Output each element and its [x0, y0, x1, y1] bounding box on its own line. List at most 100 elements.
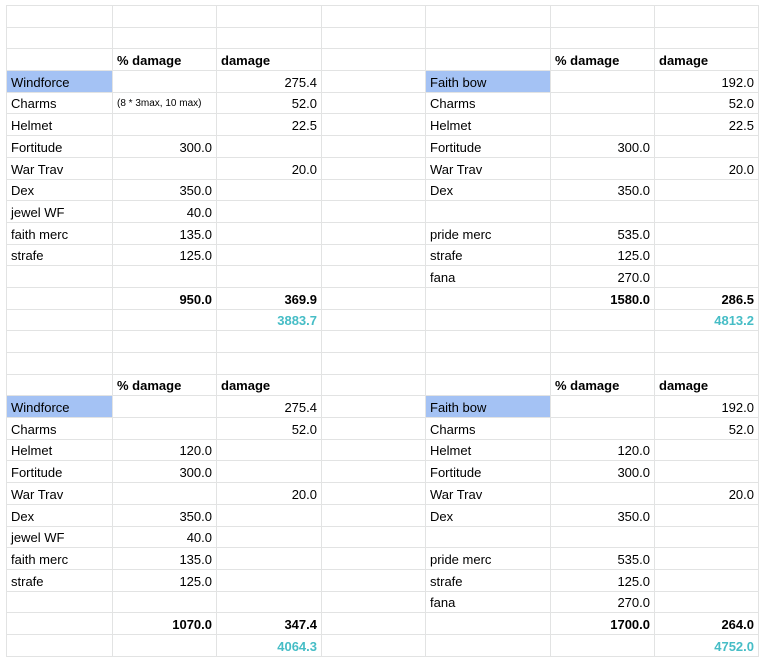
damage-cell[interactable]: [216, 568, 322, 592]
empty-cell[interactable]: [321, 503, 426, 527]
item-label-cell[interactable]: Dex: [6, 178, 113, 202]
total-damage-cell[interactable]: 4752.0: [654, 633, 759, 657]
pct-damage-cell[interactable]: 300.0: [550, 135, 655, 158]
item-label-cell[interactable]: strafe: [425, 243, 551, 267]
pct-damage-cell[interactable]: 270.0: [550, 265, 655, 288]
pct-damage-cell[interactable]: 535.0: [550, 221, 655, 245]
pct-damage-cell[interactable]: 125.0: [550, 243, 655, 267]
empty-cell[interactable]: [112, 352, 217, 375]
item-label-cell[interactable]: Charms: [425, 91, 551, 115]
empty-cell[interactable]: [321, 568, 426, 592]
pct-damage-cell[interactable]: 350.0: [112, 178, 217, 202]
damage-cell[interactable]: [654, 503, 759, 527]
item-label-cell[interactable]: War Trav: [6, 482, 113, 505]
pct-damage-cell[interactable]: 350.0: [550, 503, 655, 527]
damage-cell[interactable]: [654, 460, 759, 484]
empty-cell[interactable]: [6, 286, 113, 310]
item-label-cell[interactable]: Fortitude: [425, 460, 551, 484]
pct-damage-cell[interactable]: [112, 482, 217, 505]
item-label-cell[interactable]: pride merc: [425, 547, 551, 570]
empty-cell[interactable]: [321, 200, 426, 223]
pct-damage-cell[interactable]: 535.0: [550, 547, 655, 570]
pct-damage-header[interactable]: % damage: [550, 48, 655, 72]
empty-cell[interactable]: [6, 633, 113, 657]
empty-cell[interactable]: [425, 330, 551, 353]
damage-cell[interactable]: [216, 460, 322, 484]
pct-damage-sum[interactable]: 1070.0: [112, 612, 217, 635]
item-label-cell[interactable]: pride merc: [425, 221, 551, 245]
empty-cell[interactable]: [550, 26, 655, 50]
pct-damage-header[interactable]: % damage: [550, 373, 655, 397]
item-label-cell[interactable]: Fortitude: [6, 135, 113, 158]
empty-cell[interactable]: [6, 48, 113, 72]
pct-damage-cell[interactable]: 40.0: [112, 200, 217, 223]
empty-cell[interactable]: [321, 48, 426, 72]
empty-cell[interactable]: [6, 26, 113, 50]
damage-cell[interactable]: [654, 568, 759, 592]
item-label-cell[interactable]: War Trav: [425, 156, 551, 180]
item-label-cell[interactable]: [6, 590, 113, 614]
damage-header[interactable]: damage: [654, 373, 759, 397]
damage-sum[interactable]: 264.0: [654, 612, 759, 635]
pct-damage-cell[interactable]: [112, 417, 217, 440]
damage-cell[interactable]: [216, 178, 322, 202]
damage-cell[interactable]: [216, 221, 322, 245]
damage-cell[interactable]: [216, 438, 322, 462]
pct-damage-cell[interactable]: [112, 590, 217, 614]
damage-sum[interactable]: 369.9: [216, 286, 322, 310]
pct-damage-cell[interactable]: 135.0: [112, 547, 217, 570]
item-label-cell[interactable]: Faith bow: [425, 395, 551, 419]
empty-cell[interactable]: [425, 633, 551, 657]
empty-cell[interactable]: [321, 460, 426, 484]
item-label-cell[interactable]: strafe: [6, 568, 113, 592]
empty-cell[interactable]: [321, 395, 426, 419]
empty-cell[interactable]: [654, 5, 759, 28]
damage-cell[interactable]: 52.0: [216, 91, 322, 115]
pct-damage-cell[interactable]: 300.0: [550, 460, 655, 484]
damage-cell[interactable]: [216, 265, 322, 288]
empty-cell[interactable]: [321, 525, 426, 549]
damage-cell[interactable]: [654, 590, 759, 614]
item-label-cell[interactable]: fana: [425, 265, 551, 288]
pct-damage-cell[interactable]: [112, 395, 217, 419]
item-label-cell[interactable]: Fortitude: [6, 460, 113, 484]
empty-cell[interactable]: [550, 633, 655, 657]
empty-cell[interactable]: [216, 352, 322, 375]
damage-header[interactable]: damage: [654, 48, 759, 72]
empty-cell[interactable]: [321, 26, 426, 50]
empty-cell[interactable]: [654, 26, 759, 50]
damage-cell[interactable]: 20.0: [216, 156, 322, 180]
item-label-cell[interactable]: Fortitude: [425, 135, 551, 158]
empty-cell[interactable]: [321, 417, 426, 440]
item-label-cell[interactable]: Charms: [6, 91, 113, 115]
empty-cell[interactable]: [6, 5, 113, 28]
item-label-cell[interactable]: strafe: [425, 568, 551, 592]
item-label-cell[interactable]: Dex: [425, 178, 551, 202]
item-label-cell[interactable]: Charms: [6, 417, 113, 440]
empty-cell[interactable]: [6, 352, 113, 375]
damage-cell[interactable]: [216, 200, 322, 223]
item-label-cell[interactable]: Helmet: [425, 113, 551, 137]
damage-cell[interactable]: [216, 525, 322, 549]
empty-cell[interactable]: [321, 612, 426, 635]
damage-cell[interactable]: [216, 590, 322, 614]
empty-cell[interactable]: [321, 156, 426, 180]
damage-cell[interactable]: [216, 135, 322, 158]
pct-damage-cell[interactable]: [112, 70, 217, 93]
empty-cell[interactable]: [654, 352, 759, 375]
empty-cell[interactable]: [321, 135, 426, 158]
item-label-cell[interactable]: [6, 265, 113, 288]
empty-cell[interactable]: [321, 590, 426, 614]
empty-cell[interactable]: [112, 26, 217, 50]
empty-cell[interactable]: [321, 308, 426, 332]
item-label-cell[interactable]: jewel WF: [6, 525, 113, 549]
damage-cell[interactable]: [654, 243, 759, 267]
damage-cell[interactable]: [654, 178, 759, 202]
item-label-cell[interactable]: faith merc: [6, 547, 113, 570]
pct-damage-cell[interactable]: [112, 113, 217, 137]
empty-cell[interactable]: [321, 286, 426, 310]
pct-damage-sum[interactable]: 950.0: [112, 286, 217, 310]
pct-damage-cell[interactable]: 120.0: [550, 438, 655, 462]
damage-cell[interactable]: [216, 243, 322, 267]
pct-damage-cell[interactable]: [112, 265, 217, 288]
